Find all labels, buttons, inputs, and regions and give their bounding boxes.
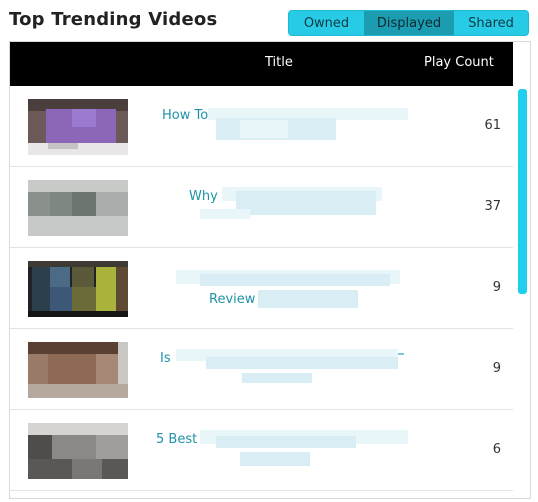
table-row[interactable]: Review 9 bbox=[10, 248, 513, 329]
video-thumbnail[interactable] bbox=[28, 423, 128, 479]
video-thumbnail[interactable] bbox=[28, 261, 128, 317]
displayed-tab[interactable]: Displayed bbox=[364, 11, 454, 35]
owned-tab[interactable]: Owned bbox=[289, 11, 364, 35]
table-row[interactable]: 5 Best 6 bbox=[10, 410, 513, 491]
view-segmented-control: Owned Displayed Shared bbox=[288, 10, 529, 36]
play-count: 6 bbox=[492, 442, 501, 457]
play-count: 61 bbox=[484, 118, 501, 133]
shared-tab[interactable]: Shared bbox=[454, 11, 528, 35]
widget-title: Top Trending Videos bbox=[9, 9, 218, 30]
title-column-header[interactable]: Title bbox=[265, 55, 293, 70]
table-row[interactable]: Is 9 bbox=[10, 329, 513, 410]
video-title-link[interactable]: Why bbox=[189, 189, 218, 204]
table-row[interactable]: Why 37 bbox=[10, 167, 513, 248]
play-count-column-header[interactable]: Play Count bbox=[424, 55, 494, 70]
play-count: 37 bbox=[484, 199, 501, 214]
video-title-link[interactable]: 5 Best bbox=[156, 432, 197, 447]
table-row[interactable]: How To 61 bbox=[10, 86, 513, 167]
video-title-link[interactable]: Review bbox=[209, 292, 255, 307]
video-thumbnail[interactable] bbox=[28, 180, 128, 236]
play-count: 9 bbox=[492, 280, 501, 295]
video-title-link[interactable]: How To bbox=[162, 108, 208, 123]
videos-table: Title Play Count How To 61 Why 37 Review… bbox=[9, 41, 531, 499]
video-thumbnail[interactable] bbox=[28, 342, 128, 398]
scrollbar-thumb[interactable] bbox=[518, 89, 527, 294]
table-header: Title Play Count bbox=[10, 42, 513, 86]
video-title-link[interactable]: Is bbox=[160, 351, 171, 366]
video-thumbnail[interactable] bbox=[28, 99, 128, 155]
play-count: 9 bbox=[492, 361, 501, 376]
